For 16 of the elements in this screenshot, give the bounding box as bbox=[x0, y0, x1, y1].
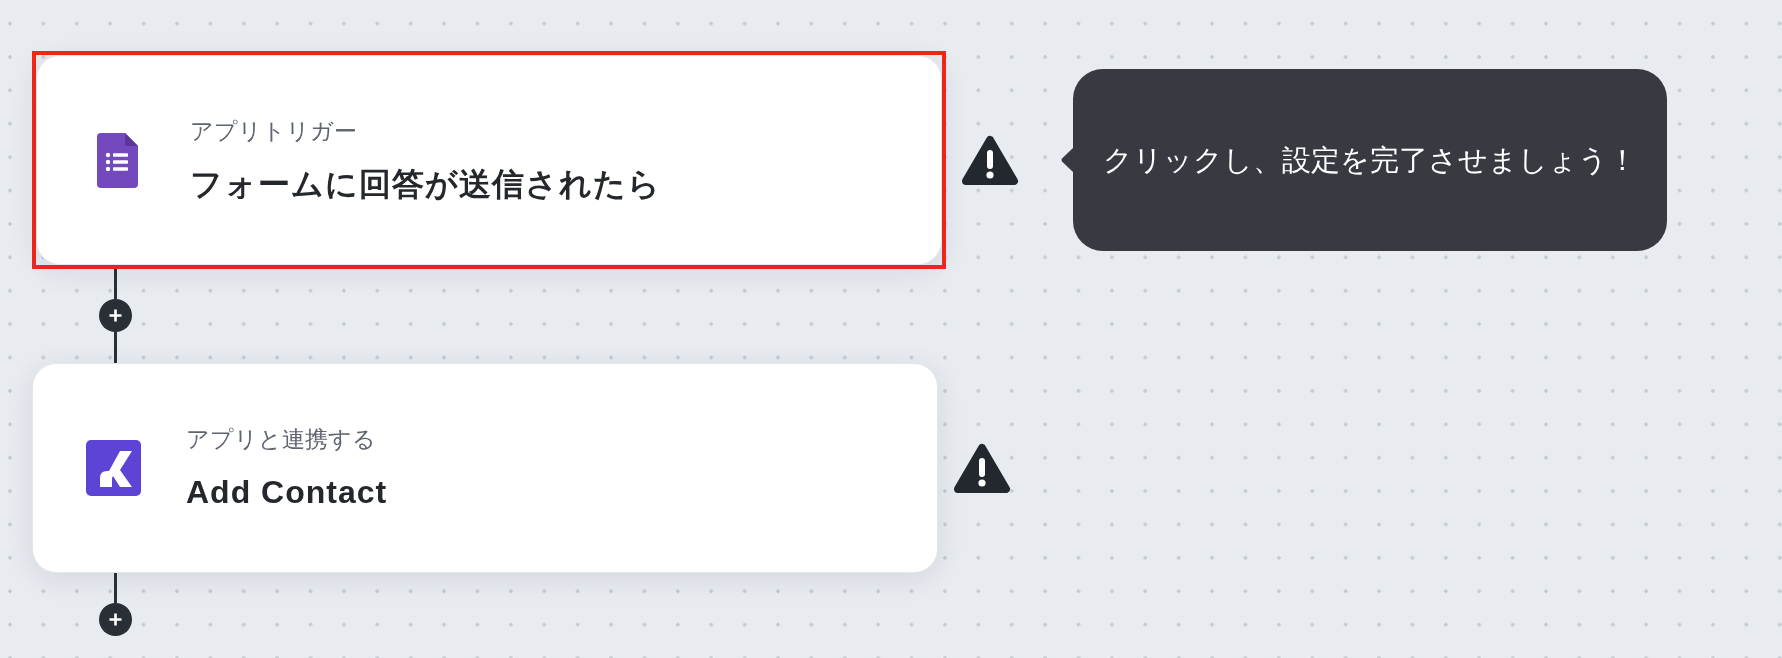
form-document-icon bbox=[96, 132, 138, 188]
connector-line bbox=[114, 573, 117, 603]
step-label: アプリと連携する bbox=[186, 425, 376, 453]
plus-icon bbox=[109, 613, 122, 626]
step-label: アプリトリガー bbox=[190, 117, 357, 145]
add-step-button[interactable] bbox=[99, 603, 132, 636]
tooltip-text: クリックし、設定を完了させましょう！ bbox=[1103, 143, 1637, 178]
k-logo-icon bbox=[85, 440, 141, 496]
connector-line bbox=[114, 332, 117, 363]
step-card[interactable]: アプリトリガー フォームに回答が送信されたら bbox=[36, 55, 942, 265]
connector-line bbox=[114, 269, 117, 299]
step-card[interactable]: アプリと連携する Add Contact bbox=[32, 363, 938, 573]
add-step-button[interactable] bbox=[99, 299, 132, 332]
step-title: Add Contact bbox=[186, 473, 388, 511]
step-title: フォームに回答が送信されたら bbox=[190, 165, 661, 203]
plus-icon bbox=[109, 309, 122, 322]
